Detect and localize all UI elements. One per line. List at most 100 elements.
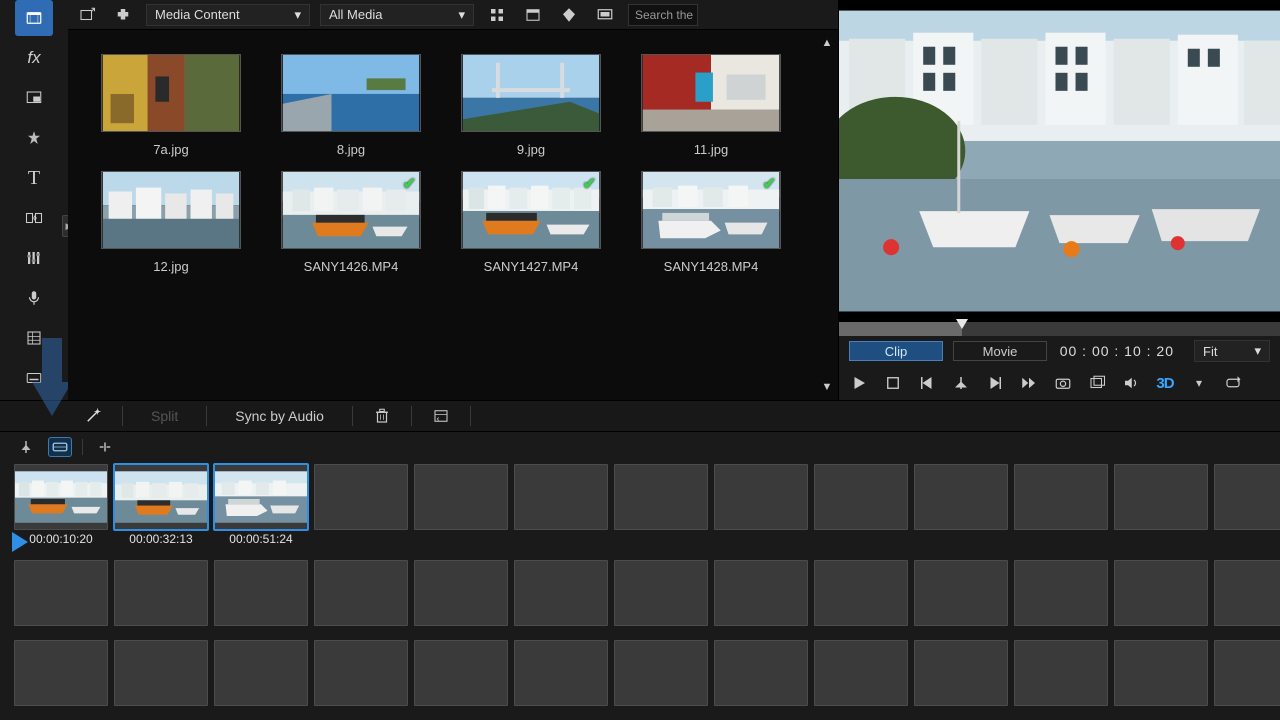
- storyboard-empty-slot[interactable]: [1114, 560, 1208, 626]
- storyboard-empty-slot[interactable]: [1014, 640, 1108, 706]
- media-item[interactable]: ✔ SANY1427.MP4: [456, 171, 606, 274]
- storyboard-icon[interactable]: [48, 437, 72, 457]
- fx-icon[interactable]: fx: [15, 40, 53, 76]
- storyboard-empty-slot[interactable]: [1214, 560, 1280, 626]
- storyboard-empty-slot[interactable]: [914, 640, 1008, 706]
- panel-icon[interactable]: [430, 405, 452, 427]
- media-thumbnail[interactable]: [461, 54, 601, 132]
- storyboard-empty-slot[interactable]: [714, 640, 808, 706]
- prev-frame-button[interactable]: [917, 373, 937, 393]
- storyboard-clip[interactable]: [14, 464, 108, 530]
- storyboard-empty-slot[interactable]: [714, 560, 808, 626]
- storyboard-empty-slot[interactable]: [1114, 464, 1208, 530]
- transition-icon[interactable]: [15, 200, 53, 236]
- media-item[interactable]: 12.jpg: [96, 171, 246, 274]
- media-item[interactable]: ✔ SANY1426.MP4: [276, 171, 426, 274]
- grid-view-icon[interactable]: [484, 4, 510, 26]
- media-room-icon[interactable]: [15, 0, 53, 36]
- storyboard-empty-slot[interactable]: [814, 560, 908, 626]
- storyboard-empty-slot[interactable]: [1014, 464, 1108, 530]
- pip-icon[interactable]: [15, 80, 53, 116]
- zoom-fit-dropdown[interactable]: Fit ▾: [1194, 340, 1270, 362]
- play-button[interactable]: [849, 373, 869, 393]
- subtitle-icon[interactable]: [15, 360, 53, 396]
- loop-button[interactable]: [1223, 373, 1243, 393]
- three-d-menu[interactable]: ▾: [1189, 373, 1209, 393]
- media-thumbnail[interactable]: ✔: [641, 171, 781, 249]
- storyboard-empty-slot[interactable]: [514, 464, 608, 530]
- storyboard-empty-slot[interactable]: [314, 640, 408, 706]
- storyboard-empty-slot[interactable]: [114, 640, 208, 706]
- storyboard-empty-slot[interactable]: [514, 560, 608, 626]
- storyboard-empty-slot[interactable]: [1214, 464, 1280, 530]
- clip-mode-button[interactable]: Clip: [849, 341, 943, 361]
- marker-icon[interactable]: [14, 437, 38, 457]
- media-content-dropdown[interactable]: Media Content ▾: [146, 4, 310, 26]
- trash-icon[interactable]: [371, 405, 393, 427]
- three-d-button[interactable]: 3D: [1155, 373, 1175, 393]
- media-filter-dropdown[interactable]: All Media ▾: [320, 4, 474, 26]
- snapshot-button[interactable]: [1053, 373, 1073, 393]
- storyboard-empty-slot[interactable]: [114, 560, 208, 626]
- media-thumbnail[interactable]: [101, 171, 241, 249]
- snap-icon[interactable]: [93, 437, 117, 457]
- storyboard-empty-slot[interactable]: [1214, 640, 1280, 706]
- storyboard-empty-slot[interactable]: [614, 640, 708, 706]
- movie-mode-button[interactable]: Movie: [953, 341, 1047, 361]
- scroll-down-button[interactable]: ▼: [820, 380, 834, 394]
- storyboard-empty-slot[interactable]: [314, 560, 408, 626]
- storyboard-empty-slot[interactable]: [414, 560, 508, 626]
- media-item[interactable]: 8.jpg: [276, 54, 426, 157]
- storyboard-empty-slot[interactable]: [414, 464, 508, 530]
- voice-icon[interactable]: [15, 280, 53, 316]
- media-thumbnail[interactable]: ✔: [461, 171, 601, 249]
- storyboard-empty-slot[interactable]: [1114, 640, 1208, 706]
- media-item[interactable]: ✔ SANY1428.MP4: [636, 171, 786, 274]
- volume-button[interactable]: [1121, 373, 1141, 393]
- magic-wand-icon[interactable]: [82, 405, 104, 427]
- storyboard-empty-slot[interactable]: [514, 640, 608, 706]
- storyboard-empty-slot[interactable]: [914, 560, 1008, 626]
- media-thumbnail[interactable]: [281, 54, 421, 132]
- storyboard-empty-slot[interactable]: [614, 464, 708, 530]
- undock-button[interactable]: [1087, 373, 1107, 393]
- search-input[interactable]: Search the: [628, 4, 698, 26]
- fast-forward-button[interactable]: [1019, 373, 1039, 393]
- storyboard-empty-slot[interactable]: [914, 464, 1008, 530]
- scroll-up-button[interactable]: ▲: [820, 36, 834, 50]
- storyboard-empty-slot[interactable]: [814, 640, 908, 706]
- storyboard-empty-slot[interactable]: [214, 560, 308, 626]
- preview-scrubber[interactable]: [839, 322, 1280, 336]
- display-icon[interactable]: [592, 4, 618, 26]
- media-item[interactable]: 9.jpg: [456, 54, 606, 157]
- storyboard-empty-slot[interactable]: [1014, 560, 1108, 626]
- import-media-icon[interactable]: [74, 4, 100, 26]
- scrub-playhead[interactable]: [956, 319, 968, 329]
- storyboard-empty-slot[interactable]: [414, 640, 508, 706]
- chapter-icon[interactable]: [15, 320, 53, 356]
- storyboard-empty-slot[interactable]: [14, 560, 108, 626]
- particle-icon[interactable]: [15, 120, 53, 156]
- title-icon[interactable]: T: [15, 160, 53, 196]
- media-thumbnail[interactable]: ✔: [281, 171, 421, 249]
- storyboard-empty-slot[interactable]: [214, 640, 308, 706]
- storyboard-clip[interactable]: [214, 464, 308, 530]
- next-frame-button[interactable]: [985, 373, 1005, 393]
- mark-in-button[interactable]: [951, 373, 971, 393]
- media-thumbnail[interactable]: [641, 54, 781, 132]
- media-item[interactable]: 11.jpg: [636, 54, 786, 157]
- storyboard-empty-slot[interactable]: [814, 464, 908, 530]
- tag-icon[interactable]: [556, 4, 582, 26]
- media-thumbnail[interactable]: [101, 54, 241, 132]
- media-item[interactable]: 7a.jpg: [96, 54, 246, 157]
- storyboard-clip[interactable]: [114, 464, 208, 530]
- sync-by-audio-button[interactable]: Sync by Audio: [225, 408, 334, 424]
- storyboard-empty-slot[interactable]: [314, 464, 408, 530]
- storyboard-empty-slot[interactable]: [614, 560, 708, 626]
- audio-mix-icon[interactable]: [15, 240, 53, 276]
- preview-viewport[interactable]: [839, 0, 1280, 322]
- storyboard-empty-slot[interactable]: [14, 640, 108, 706]
- plugin-icon[interactable]: [110, 4, 136, 26]
- detail-view-icon[interactable]: [520, 4, 546, 26]
- stop-button[interactable]: [883, 373, 903, 393]
